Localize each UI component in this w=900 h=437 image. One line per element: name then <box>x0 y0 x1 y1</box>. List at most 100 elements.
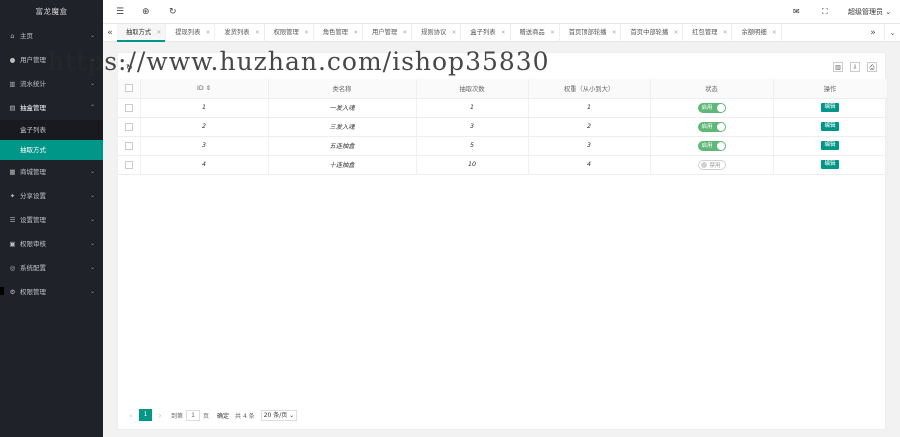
close-icon[interactable]: ✕ <box>353 24 358 42</box>
cell-id: 3 <box>140 136 269 156</box>
close-icon[interactable]: ✕ <box>772 24 777 42</box>
pagination: ‹ 1 › 到第 1 页 确定 共 4 条 20 条/页 ⌄ <box>126 408 298 422</box>
edit-button[interactable]: 编辑 <box>821 141 839 150</box>
box-icon: ▤ <box>9 104 16 112</box>
edit-button[interactable]: 编辑 <box>821 160 839 169</box>
prev-page-icon[interactable]: ‹ <box>126 411 136 420</box>
table-row: 4 十连抽盒 10 4 禁用 编辑 <box>118 155 888 175</box>
tab-scroll-left-icon[interactable]: « <box>103 24 117 42</box>
col-header-weight: 权重（从小到大） <box>528 79 651 99</box>
page-input[interactable]: 1 <box>186 409 201 421</box>
tab-label: 红包管理 <box>692 29 718 36</box>
permission-icon: ⚙ <box>9 288 16 296</box>
sidebar-item-label: 抽盒管理 <box>20 104 46 112</box>
sidebar-subitem[interactable]: 盒子列表 <box>0 120 103 140</box>
sidebar-item[interactable]: ▦ 商城管理 ⌄ <box>0 160 103 184</box>
chevron-icon: ⌃ <box>89 104 95 111</box>
sidebar-item-label: 设置管理 <box>20 216 46 224</box>
close-icon[interactable]: ✕ <box>550 24 555 42</box>
tab-label: 规则协议 <box>421 29 447 36</box>
row-checkbox[interactable] <box>118 136 141 156</box>
status-toggle[interactable]: 禁用 <box>697 159 726 170</box>
close-icon[interactable]: ✕ <box>206 24 211 42</box>
row-checkbox[interactable] <box>118 155 141 175</box>
cell-action: 编辑 <box>773 117 888 137</box>
sidebar-item[interactable]: ▣ 权限审核 ⌄ <box>0 232 103 256</box>
col-header-id[interactable]: ID ⇕ <box>140 79 269 99</box>
total-count: 共 4 条 <box>235 412 255 420</box>
next-page-icon[interactable]: › <box>155 411 165 420</box>
select-all-checkbox[interactable] <box>118 79 141 99</box>
globe-icon[interactable]: ⊕ <box>142 0 150 24</box>
user-menu[interactable]: 超级管理员 ⌄ <box>848 0 891 24</box>
close-icon[interactable]: ✕ <box>501 24 506 42</box>
tab[interactable]: 余额明细 ✕ <box>732 24 782 42</box>
tab[interactable]: 规则协议 ✕ <box>412 24 462 42</box>
close-icon[interactable]: ✕ <box>452 24 457 42</box>
status-toggle[interactable]: 启用 <box>697 102 726 113</box>
tab-scroll-right-icon[interactable]: » <box>866 24 880 42</box>
tab[interactable]: 红包管理 ✕ <box>683 24 733 42</box>
close-icon[interactable]: ✕ <box>157 24 162 42</box>
data-table: ID ⇕ 类名称 抽取次数 权重（从小到大） 状态 操作 1 一发入魂 1 1 启用 编辑… <box>118 79 888 175</box>
chevron-icon: ⌄ <box>89 216 95 223</box>
tab-bar: « 抽取方式 ✕ 提现列表 ✕ 发货列表 ✕ 权限管理 ✕ 角色管理 ✕ 用户管理 ✕ 规则协议 ✕ 盒子列… <box>103 24 900 42</box>
tab[interactable]: 首页中部轮播 ✕ <box>621 24 684 42</box>
current-page[interactable]: 1 <box>139 409 152 421</box>
tab-label: 首页中部轮播 <box>630 29 669 36</box>
export-icon[interactable]: ⇩ <box>850 62 860 72</box>
sidebar-item[interactable]: ⚙ 权限管理 ⌄ <box>0 280 103 304</box>
cell-action: 编辑 <box>773 155 888 175</box>
col-header-count: 抽取次数 <box>416 79 529 99</box>
tab[interactable]: 发货列表 ✕ <box>215 24 265 42</box>
tab[interactable]: 提现列表 ✕ <box>166 24 216 42</box>
sidebar-item[interactable]: ▤ 抽盒管理 ⌃ <box>0 96 103 120</box>
user-icon: ● <box>9 56 16 64</box>
sidebar-item[interactable]: ◎ 系统配置 ⌄ <box>0 256 103 280</box>
sidebar-item[interactable]: ✦ 分享设置 ⌄ <box>0 184 103 208</box>
sidebar-subitem[interactable]: 抽取方式 <box>0 140 103 160</box>
columns-filter-icon[interactable]: ▥ <box>833 62 843 72</box>
table-row: 1 一发入魂 1 1 启用 编辑 <box>118 98 888 118</box>
row-checkbox[interactable] <box>118 98 141 118</box>
tab[interactable]: 权限管理 ✕ <box>265 24 314 42</box>
goto-confirm-button[interactable]: 确定 <box>217 411 229 420</box>
cell-name: 三发入魂 <box>268 117 417 137</box>
close-icon[interactable]: ✕ <box>304 24 309 42</box>
close-icon[interactable]: ✕ <box>723 24 728 42</box>
page-size-select[interactable]: 20 条/页 ⌄ <box>260 409 298 421</box>
tab[interactable]: 盒子列表 ✕ <box>461 24 511 42</box>
top-header: ☰ ⊕ ↻ ✉ ⛶ 超级管理员 ⌄ <box>103 0 900 24</box>
chevron-icon: ⌄ <box>89 32 95 39</box>
app-logo: 富龙魔盒 <box>0 0 103 24</box>
close-icon[interactable]: ✕ <box>612 24 617 42</box>
close-icon[interactable]: ✕ <box>255 24 260 42</box>
close-icon[interactable]: ✕ <box>674 24 679 42</box>
status-toggle[interactable]: 启用 <box>697 140 726 151</box>
close-icon[interactable]: ✕ <box>403 24 408 42</box>
row-checkbox[interactable] <box>118 117 141 137</box>
fullscreen-icon[interactable]: ⛶ <box>822 0 828 24</box>
refresh-icon[interactable]: ↻ <box>169 0 177 24</box>
shop-icon: ▦ <box>9 168 16 176</box>
cell-name: 一发入魂 <box>268 98 417 118</box>
home-icon: ⌂ <box>10 32 15 40</box>
sidebar-item[interactable]: ☰ 设置管理 ⌄ <box>0 208 103 232</box>
sidebar-handle[interactable] <box>0 287 4 295</box>
message-icon[interactable]: ✉ <box>793 0 800 24</box>
chart-icon: ▥ <box>9 80 16 88</box>
print-icon[interactable]: ⎙ <box>867 62 877 72</box>
status-toggle[interactable]: 启用 <box>697 121 726 132</box>
sidebar-item-label: 权限管理 <box>20 288 46 296</box>
menu-icon[interactable]: ☰ <box>116 0 124 24</box>
edit-button[interactable]: 编辑 <box>821 122 839 131</box>
tab-menu-icon[interactable]: ⌄ <box>884 24 900 42</box>
sidebar-item[interactable]: ⌂ 主页 ⌄ <box>0 24 103 48</box>
edit-button[interactable]: 编辑 <box>821 103 839 112</box>
tab[interactable]: 首页顶部轮播 ✕ <box>560 24 622 42</box>
tab[interactable]: 赠送商品 ✕ <box>511 24 560 42</box>
tab[interactable]: 用户管理 ✕ <box>363 24 413 42</box>
settings-icon: ☰ <box>9 216 16 224</box>
tab[interactable]: 抽取方式 ✕ <box>117 24 167 42</box>
tab[interactable]: 角色管理 ✕ <box>314 24 363 42</box>
